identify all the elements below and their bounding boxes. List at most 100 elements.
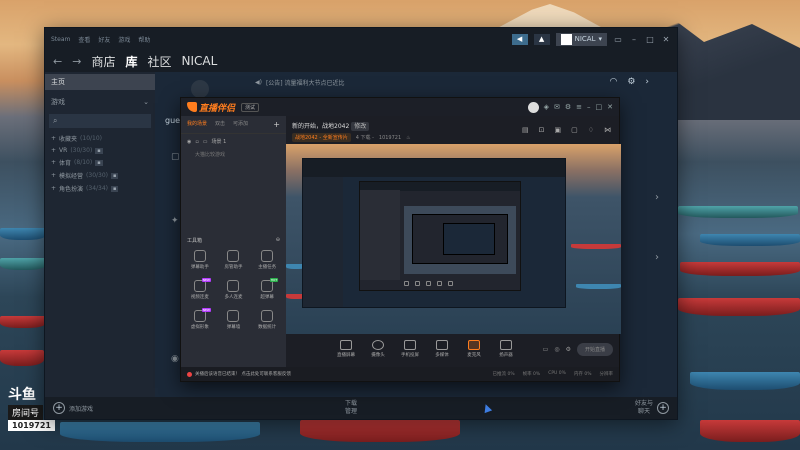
wallpaper-boat <box>0 350 44 366</box>
layout-icon[interactable]: ▤ <box>522 126 529 134</box>
announcement-icon[interactable]: ◀ <box>511 33 528 45</box>
tool-stats[interactable]: 数据统计 <box>250 310 284 330</box>
start-live-button[interactable]: 开始直播 <box>576 343 613 356</box>
settings-icon[interactable]: ⚙ <box>565 103 571 111</box>
tool-danmu-helper[interactable]: 弹幕助手 <box>183 250 217 270</box>
new-badge: NEW <box>201 308 211 312</box>
downloads-button[interactable]: 下载 管理 <box>345 400 357 416</box>
big-picture-icon[interactable]: ▭ <box>613 35 623 44</box>
back-arrow-icon[interactable]: ← <box>53 55 62 68</box>
record-video-icon[interactable]: ▭ <box>543 346 549 353</box>
share-icon[interactable]: ⋈ <box>604 126 611 134</box>
user-menu[interactable]: NICAL ▾ <box>555 32 607 46</box>
category-tag-icon: ▪ <box>95 159 103 166</box>
minimize-icon[interactable]: – <box>587 103 591 111</box>
scroll-right-icon[interactable]: › <box>655 192 659 203</box>
beauty-icon[interactable]: ◎ <box>554 346 559 353</box>
lock-icon[interactable]: ▫ <box>195 139 198 145</box>
scene-item[interactable]: ◉ ▫ ▭ 场景 1 <box>181 134 286 149</box>
close-icon[interactable]: ✕ <box>607 103 613 111</box>
headset-icon[interactable]: ◠ <box>609 77 617 87</box>
maximize-icon[interactable]: □ <box>645 35 655 44</box>
filter-icon[interactable]: ▢ <box>171 152 180 162</box>
scroll-right-icon[interactable]: › <box>655 252 659 263</box>
sidebar-category[interactable]: + VR (30/30) ▪ <box>45 145 155 156</box>
tab-my-scenes[interactable]: 我的场景 <box>187 120 207 129</box>
sidebar-category[interactable]: + 体育 (8/10) ▪ <box>45 156 155 169</box>
sidebar-home[interactable]: 主页 <box>45 74 155 90</box>
nav-store[interactable]: 商店 <box>91 53 115 70</box>
sidebar-category[interactable]: + 模拟经营 (30/30) ▪ <box>45 169 155 182</box>
settings-icon[interactable]: ⚙ <box>566 346 571 353</box>
nav-library[interactable]: 库 <box>125 53 137 70</box>
eye-icon[interactable]: ◉ <box>187 139 191 145</box>
user-avatar <box>560 33 572 45</box>
status-warning-text: 关播后该语音已结束！ 点击此处可联系客服反馈 <box>195 372 291 377</box>
chat-bubble-icon[interactable]: ◉ <box>171 354 179 364</box>
collapse-icon[interactable]: ⊖ <box>276 237 280 244</box>
wallpaper-boat <box>0 258 46 270</box>
tool-room-admin[interactable]: 房管助手 <box>217 250 251 270</box>
sidebar-games-header[interactable]: 游戏 ⌄ <box>45 94 155 110</box>
sidebar-category[interactable]: + 角色扮演 (34/34) ▪ <box>45 182 155 195</box>
friend-avatar[interactable] <box>191 80 209 98</box>
camera-button[interactable]: 摄像头 <box>366 340 390 358</box>
close-icon[interactable]: ✕ <box>661 35 671 44</box>
edit-title-button[interactable]: 修改 <box>351 122 370 131</box>
pin-icon[interactable]: ✦ <box>171 216 179 226</box>
tab-double[interactable]: 双击 <box>215 120 225 129</box>
tool-danmu-wall[interactable]: 弹幕墙 <box>217 310 251 330</box>
add-scene-icon[interactable]: + <box>273 120 280 129</box>
menu-icon[interactable]: ≡ <box>576 103 582 111</box>
forward-arrow-icon[interactable]: → <box>72 55 81 68</box>
notification-bell-icon[interactable]: ▲ <box>533 33 550 45</box>
tool-multi-link[interactable]: 多人连麦 <box>217 280 251 300</box>
skin-icon[interactable]: ◈ <box>544 103 549 111</box>
announcement-banner[interactable]: ◀) [公告] 流量福利大节点已近比 <box>255 78 345 87</box>
download-info: 4 下载 - <box>355 135 374 141</box>
library-search-input[interactable]: ⌕ <box>49 114 151 128</box>
tool-tasks[interactable]: 主播任务 <box>250 250 284 270</box>
tool-label: 房管助手 <box>224 265 243 270</box>
sidebar-category[interactable]: + 收藏夹 (10/10) <box>45 132 155 145</box>
tool-super-danmu[interactable]: HOT 超弹幕 <box>250 278 284 300</box>
status-warning[interactable]: 关播后该语音已结束！ 点击此处可联系客服反馈 <box>187 371 291 377</box>
control-label: 直播屏幕 <box>337 353 355 358</box>
live-preview[interactable] <box>286 144 621 334</box>
add-game-button[interactable]: + 添加游戏 <box>53 402 93 414</box>
scene-sub-item[interactable]: 大猫比较游戏 <box>181 149 286 160</box>
lock-icon[interactable]: ⊡ <box>539 126 545 134</box>
nav-community[interactable]: 社区 <box>147 53 171 70</box>
screen-capture-button[interactable]: 直播屏幕 <box>334 340 358 358</box>
screenshot-icon[interactable]: ▣ <box>554 126 561 134</box>
nav-profile[interactable]: NICAL <box>181 54 217 68</box>
tasks-icon <box>261 250 274 262</box>
nested-preview-inner <box>443 223 495 255</box>
tab-addable[interactable]: 可添加 <box>233 120 248 129</box>
plus-icon: + <box>657 402 669 414</box>
category-tag[interactable]: 战地2042 - 全新宣传片 <box>292 133 351 142</box>
minimize-icon[interactable]: – <box>629 35 639 44</box>
menu-games[interactable]: 游戏 <box>118 35 130 44</box>
menu-view[interactable]: 查看 <box>78 35 90 44</box>
friends-chat-button[interactable]: 好友与 聊天 + <box>635 400 669 416</box>
bell-icon[interactable]: ♢ <box>588 126 594 134</box>
menu-steam[interactable]: Steam <box>51 36 70 43</box>
mail-icon[interactable]: ✉ <box>554 103 560 111</box>
douyu-user-avatar[interactable] <box>527 101 539 113</box>
fire-icon: ♨ <box>406 134 411 141</box>
speaker-button[interactable]: 扬声器 <box>494 340 518 358</box>
screen-icon <box>340 340 352 350</box>
menu-help[interactable]: 帮助 <box>138 35 150 44</box>
menu-friends[interactable]: 好友 <box>98 35 110 44</box>
media-button[interactable]: 多媒体 <box>430 340 454 358</box>
microphone-button[interactable]: 麦克风 <box>462 340 486 358</box>
record-icon[interactable]: ▢ <box>571 126 578 134</box>
maximize-icon[interactable]: □ <box>596 103 603 111</box>
arrow-right-icon[interactable]: › <box>645 77 649 87</box>
tool-avatar[interactable]: NEW 虚拟形象 <box>183 308 217 330</box>
library-sidebar: 主页 游戏 ⌄ ⌕ + 收藏夹 (10/10) + VR (30/30) ▪ + 体育 (8/1… <box>45 72 155 397</box>
phone-cast-button[interactable]: 手机投屏 <box>398 340 422 358</box>
settings-icon[interactable]: ⚙ <box>627 77 635 87</box>
tool-video-link[interactable]: NEW 视频连麦 <box>183 278 217 300</box>
